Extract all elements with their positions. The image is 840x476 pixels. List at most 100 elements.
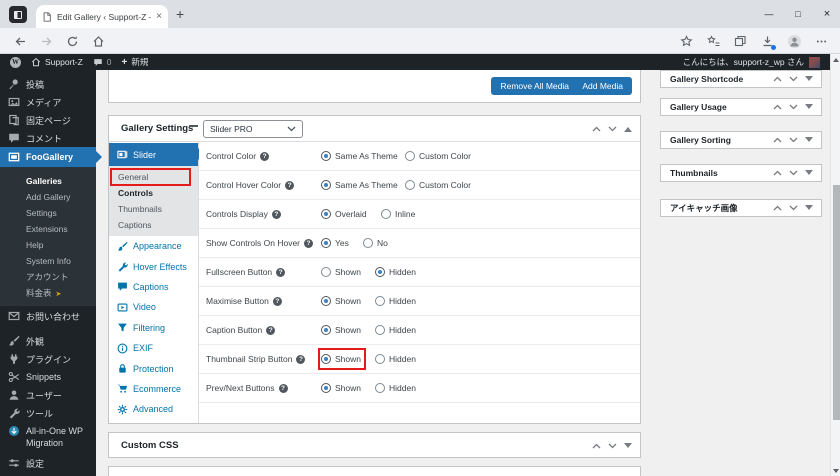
- sidebar-item-snippets[interactable]: Snippets: [0, 368, 96, 386]
- help-icon[interactable]: ?: [266, 325, 276, 335]
- move-down-icon[interactable]: [789, 137, 798, 143]
- scrollbar-thumb[interactable]: [832, 185, 840, 420]
- sidebar-item-migration[interactable]: All-in-One WP Migration: [0, 422, 96, 454]
- help-icon[interactable]: ?: [285, 180, 295, 190]
- collections-icon[interactable]: [734, 35, 747, 48]
- radio-unselected[interactable]: [375, 383, 385, 393]
- tab-hover-effects[interactable]: Hover Effects: [109, 256, 198, 276]
- sidebar-item-media[interactable]: メディア: [0, 93, 96, 111]
- radio-selected[interactable]: [321, 296, 331, 306]
- radio-selected[interactable]: [321, 151, 331, 161]
- radio-option[interactable]: Inline: [381, 200, 415, 228]
- tab-protection[interactable]: Protection: [109, 358, 198, 378]
- help-icon[interactable]: ?: [272, 296, 282, 306]
- sidebar-item-foogallery[interactable]: FooGallery: [0, 147, 102, 167]
- subtab-general[interactable]: General: [109, 168, 198, 186]
- move-up-icon[interactable]: [773, 205, 782, 211]
- collapse-toggle-icon[interactable]: [805, 104, 813, 113]
- wp-logo-menu[interactable]: W: [10, 56, 21, 68]
- subtab-controls[interactable]: Controls: [109, 185, 198, 201]
- radio-option[interactable]: Custom Color: [405, 171, 471, 199]
- radio-option[interactable]: Overlaid: [321, 200, 367, 228]
- subtab-captions[interactable]: Captions: [109, 217, 198, 233]
- sidebar-item-contact[interactable]: お問い合わせ: [0, 306, 96, 326]
- radio-unselected[interactable]: [321, 267, 331, 277]
- metabox-4[interactable]: アイキャッチ画像: [660, 199, 822, 217]
- radio-unselected[interactable]: [375, 296, 385, 306]
- help-icon[interactable]: ?: [296, 354, 306, 364]
- gallery-settings-header[interactable]: Gallery Settings Slider PRO: [109, 116, 640, 141]
- submenu-item-help[interactable]: Help: [0, 237, 96, 253]
- submenu-item-system-info[interactable]: System Info: [0, 253, 96, 269]
- sidebar-item-pages[interactable]: 固定ページ: [0, 111, 96, 129]
- collapse-toggle-icon[interactable]: [805, 137, 813, 146]
- move-up-icon[interactable]: [773, 76, 782, 82]
- radio-selected[interactable]: [321, 180, 331, 190]
- submenu-item-account[interactable]: アカウント: [0, 269, 96, 285]
- move-down-icon[interactable]: [789, 170, 798, 176]
- home-icon[interactable]: [92, 35, 105, 48]
- submenu-item-pricing[interactable]: 料金表 ➤: [0, 285, 96, 301]
- scroll-down-icon[interactable]: [831, 466, 840, 476]
- window-maximize-button[interactable]: □: [793, 9, 803, 19]
- move-up-icon[interactable]: [773, 104, 782, 110]
- radio-selected[interactable]: [321, 209, 331, 219]
- radio-unselected[interactable]: [381, 209, 391, 219]
- sidebar-item-appearance[interactable]: 外観: [0, 332, 96, 350]
- submenu-item-galleries[interactable]: Galleries: [0, 173, 96, 189]
- radio-option[interactable]: Shown: [321, 287, 361, 315]
- radio-option[interactable]: Hidden: [375, 287, 416, 315]
- radio-option[interactable]: No: [363, 229, 388, 257]
- radio-option[interactable]: Custom Color: [405, 142, 471, 170]
- metabox-3[interactable]: Thumbnails: [660, 164, 822, 182]
- submenu-item-add-gallery[interactable]: Add Gallery: [0, 189, 96, 205]
- radio-option[interactable]: Hidden: [375, 258, 416, 286]
- radio-unselected[interactable]: [375, 354, 385, 364]
- window-close-button[interactable]: ×: [822, 8, 832, 20]
- collapse-toggle-icon[interactable]: [805, 170, 813, 179]
- help-icon[interactable]: ?: [278, 383, 288, 393]
- subtab-thumbnails[interactable]: Thumbnails: [109, 201, 198, 217]
- radio-option[interactable]: Yes: [321, 229, 349, 257]
- help-icon[interactable]: ?: [271, 209, 281, 219]
- tab-advanced[interactable]: Advanced: [109, 399, 198, 419]
- greeting-text[interactable]: こんにちは、support-z_wp さん: [683, 56, 804, 68]
- move-down-icon[interactable]: [789, 76, 798, 82]
- radio-selected[interactable]: [321, 238, 331, 248]
- move-down-icon[interactable]: [789, 104, 798, 110]
- radio-unselected[interactable]: [405, 151, 415, 161]
- add-media-button[interactable]: Add Media: [573, 77, 632, 95]
- comments-link[interactable]: 0: [93, 57, 112, 67]
- radio-unselected[interactable]: [405, 180, 415, 190]
- radio-unselected[interactable]: [363, 238, 373, 248]
- more-menu-icon[interactable]: [815, 35, 828, 48]
- tab-exif[interactable]: EXIF: [109, 338, 198, 358]
- tab-filtering[interactable]: Filtering: [109, 318, 198, 338]
- add-favorite-star-icon[interactable]: [680, 35, 693, 48]
- sidebar-item-posts[interactable]: 投稿: [0, 75, 96, 93]
- site-name-link[interactable]: Support-Z: [31, 57, 83, 67]
- browser-tab[interactable]: Edit Gallery ‹ Support-Z — Word ×: [36, 5, 168, 28]
- sidebar-item-tools[interactable]: ツール: [0, 404, 96, 422]
- tab-captions[interactable]: Captions: [109, 277, 198, 297]
- favorites-list-icon[interactable]: [707, 35, 720, 48]
- custom-css-header[interactable]: Custom CSS: [109, 433, 640, 458]
- move-down-icon[interactable]: [608, 126, 617, 132]
- forward-icon[interactable]: [40, 35, 53, 48]
- radio-option[interactable]: Shown: [321, 258, 361, 286]
- collapse-toggle-icon[interactable]: [624, 123, 632, 132]
- move-up-icon[interactable]: [773, 170, 782, 176]
- move-down-icon[interactable]: [608, 443, 617, 449]
- tab-close-icon[interactable]: ×: [156, 11, 162, 22]
- radio-selected[interactable]: [321, 325, 331, 335]
- radio-option[interactable]: Hidden: [375, 374, 416, 402]
- help-icon[interactable]: ?: [276, 267, 286, 277]
- collapse-toggle-icon[interactable]: [624, 442, 632, 452]
- radio-selected[interactable]: [321, 383, 331, 393]
- profile-avatar-icon[interactable]: [788, 35, 801, 48]
- page-scrollbar[interactable]: [830, 54, 840, 476]
- move-up-icon[interactable]: [592, 443, 601, 449]
- move-up-icon[interactable]: [773, 137, 782, 143]
- downloads-icon[interactable]: [761, 35, 776, 50]
- sidebar-item-users[interactable]: ユーザー: [0, 386, 96, 404]
